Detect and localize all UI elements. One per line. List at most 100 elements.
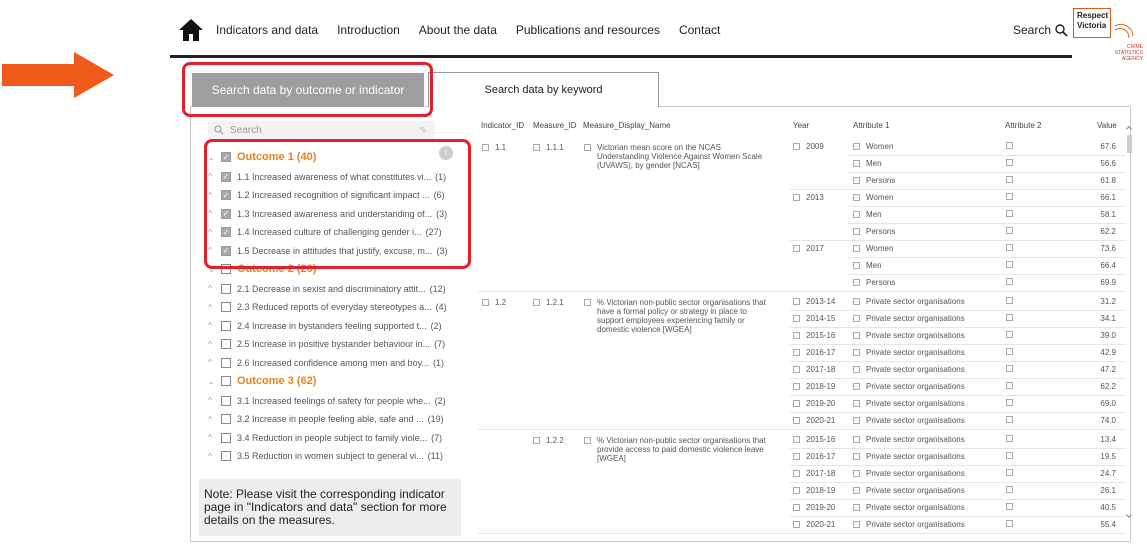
expand-icon[interactable] — [1006, 416, 1013, 423]
eraser-icon[interactable]: ✎ — [419, 125, 427, 136]
expand-icon[interactable] — [1006, 142, 1013, 149]
attribute2-cell[interactable] — [1006, 416, 1019, 423]
attribute1-cell[interactable]: Men — [853, 210, 882, 219]
expand-icon[interactable] — [1006, 227, 1013, 234]
indicator-row[interactable]: ^ 3.1 Increased feelings of safety for pe… — [208, 392, 446, 410]
expand-icon[interactable] — [584, 144, 591, 151]
expand-icon[interactable] — [793, 383, 800, 390]
attribute1-cell[interactable]: Men — [853, 261, 882, 270]
indicator-row[interactable]: ^ 2.4 Increase in bystanders feeling supp… — [208, 317, 442, 335]
attribute1-cell[interactable]: Women — [853, 142, 893, 151]
chevron-up-icon[interactable]: ^ — [208, 396, 218, 405]
home-icon[interactable] — [178, 18, 204, 42]
indicator-row[interactable]: ^ 3.4 Reduction in people subject to fami… — [208, 429, 442, 447]
indicator-checkbox[interactable] — [221, 302, 231, 312]
indicator-checkbox[interactable] — [221, 414, 231, 424]
expand-icon[interactable] — [1006, 331, 1013, 338]
expand-icon[interactable] — [853, 160, 860, 167]
sidebar-search-input[interactable]: Search ✎ — [208, 121, 435, 139]
year-cell[interactable]: 2016-17 — [793, 348, 835, 357]
measure-description-cell[interactable]: % Victorian non-public sector organisati… — [584, 298, 774, 334]
indicator-row[interactable]: ^ 2.3 Reduced reports of everyday stereot… — [208, 298, 447, 316]
expand-icon[interactable] — [853, 245, 860, 252]
indicator-row[interactable]: ^ 3.2 Increase in people feeling able, sa… — [208, 410, 444, 428]
expand-icon[interactable] — [482, 144, 489, 151]
attribute1-cell[interactable]: Private sector organisations — [853, 469, 965, 478]
indicator-row[interactable]: ^ 2.5 Increase in positive bystander beha… — [208, 335, 445, 353]
attribute2-cell[interactable] — [1006, 159, 1019, 166]
expand-icon[interactable] — [793, 245, 800, 252]
expand-icon[interactable] — [853, 453, 860, 460]
attribute1-cell[interactable]: Private sector organisations — [853, 331, 965, 340]
indicator-id-cell[interactable]: 1.1 — [482, 143, 506, 152]
expand-icon[interactable] — [1006, 503, 1013, 510]
attribute1-cell[interactable]: Private sector organisations — [853, 314, 965, 323]
attribute1-cell[interactable]: Private sector organisations — [853, 416, 965, 425]
col-indicator-id[interactable]: Indicator_ID — [481, 121, 524, 130]
expand-icon[interactable] — [482, 299, 489, 306]
expand-icon[interactable] — [584, 299, 591, 306]
attribute1-cell[interactable]: Private sector organisations — [853, 503, 965, 512]
expand-icon[interactable] — [1006, 244, 1013, 251]
chevron-up-icon[interactable]: ^ — [208, 433, 218, 442]
expand-icon[interactable] — [1006, 278, 1013, 285]
year-cell[interactable]: 2015-16 — [793, 331, 835, 340]
expand-icon[interactable] — [1006, 486, 1013, 493]
attribute1-cell[interactable]: Private sector organisations — [853, 520, 965, 529]
outcome-checkbox[interactable] — [221, 376, 231, 386]
expand-icon[interactable] — [793, 143, 800, 150]
expand-icon[interactable] — [1006, 314, 1013, 321]
expand-icon[interactable] — [793, 436, 800, 443]
expand-icon[interactable] — [1006, 469, 1013, 476]
expand-icon[interactable] — [793, 349, 800, 356]
attribute2-cell[interactable] — [1006, 193, 1019, 200]
col-value[interactable]: Value — [1097, 121, 1117, 130]
attribute1-cell[interactable]: Private sector organisations — [853, 435, 965, 444]
expand-icon[interactable] — [853, 279, 860, 286]
expand-icon[interactable] — [1006, 399, 1013, 406]
indicator-row[interactable]: ^ 3.5 Reduction in women subject to gener… — [208, 447, 443, 465]
expand-icon[interactable] — [1006, 210, 1013, 217]
chevron-up-icon[interactable]: ^ — [208, 415, 218, 424]
expand-icon[interactable] — [1006, 452, 1013, 459]
indicator-checkbox[interactable] — [221, 339, 231, 349]
attribute2-cell[interactable] — [1006, 452, 1019, 459]
expand-icon[interactable] — [853, 470, 860, 477]
indicator-row[interactable]: ^ 2.6 Increased confidence among men and … — [208, 354, 444, 372]
indicator-id-cell[interactable]: 1.2 — [482, 298, 506, 307]
nav-contact[interactable]: Contact — [679, 23, 720, 37]
attribute2-cell[interactable] — [1006, 227, 1019, 234]
attribute1-cell[interactable]: Persons — [853, 227, 895, 236]
expand-icon[interactable] — [853, 211, 860, 218]
expand-icon[interactable] — [853, 436, 860, 443]
expand-icon[interactable] — [853, 521, 860, 528]
attribute1-cell[interactable]: Private sector organisations — [853, 399, 965, 408]
expand-icon[interactable] — [853, 177, 860, 184]
indicator-checkbox[interactable] — [221, 451, 231, 461]
year-cell[interactable]: 2015-16 — [793, 435, 835, 444]
year-cell[interactable]: 2017 — [793, 244, 824, 253]
col-measure-name[interactable]: Measure_Display_Name — [583, 121, 671, 130]
attribute2-cell[interactable] — [1006, 365, 1019, 372]
attribute1-cell[interactable]: Persons — [853, 278, 895, 287]
expand-icon[interactable] — [1006, 520, 1013, 527]
indicator-checkbox[interactable] — [221, 283, 231, 294]
attribute2-cell[interactable] — [1006, 435, 1019, 442]
expand-icon[interactable] — [533, 299, 540, 306]
measure-id-cell[interactable]: 1.2.1 — [533, 298, 564, 307]
nav-about-the-data[interactable]: About the data — [419, 23, 497, 37]
nav-publications[interactable]: Publications and resources — [516, 23, 660, 37]
attribute2-cell[interactable] — [1006, 210, 1019, 217]
expand-icon[interactable] — [793, 487, 800, 494]
year-cell[interactable]: 2020-21 — [793, 416, 835, 425]
year-cell[interactable]: 2017-18 — [793, 469, 835, 478]
expand-icon[interactable] — [793, 298, 800, 305]
expand-icon[interactable] — [853, 332, 860, 339]
chevron-up-icon[interactable]: ^ — [208, 303, 218, 312]
indicator-checkbox[interactable] — [221, 395, 231, 406]
expand-icon[interactable] — [584, 437, 591, 444]
attribute2-cell[interactable] — [1006, 278, 1019, 285]
expand-icon[interactable] — [853, 366, 860, 373]
year-cell[interactable]: 2016-17 — [793, 452, 835, 461]
expand-icon[interactable] — [1006, 365, 1013, 372]
